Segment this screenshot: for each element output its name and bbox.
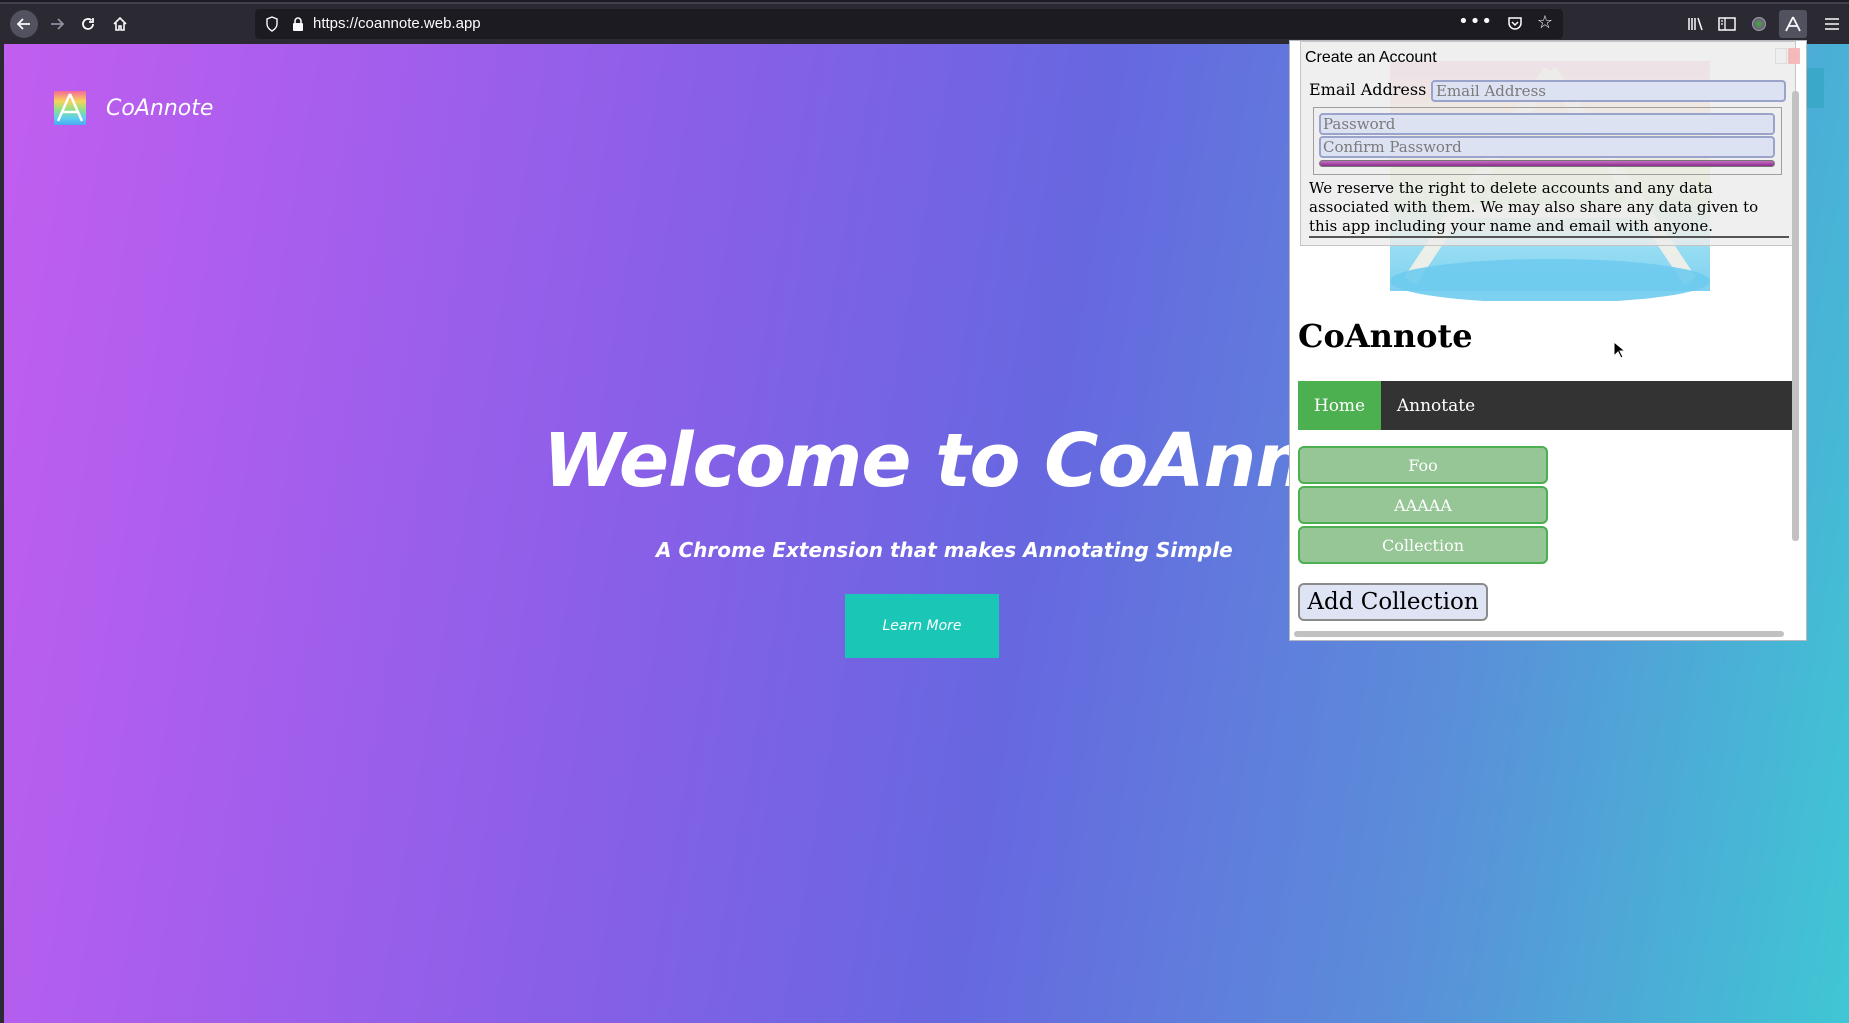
extension-popup: Create an Account Email Address Email Ad… xyxy=(1289,40,1807,641)
home-button[interactable] xyxy=(108,12,132,36)
pocket-icon[interactable] xyxy=(1507,15,1523,31)
dialog-minimize-button[interactable] xyxy=(1775,48,1787,64)
mouse-cursor-icon xyxy=(1613,341,1625,359)
submit-bar[interactable] xyxy=(1319,160,1775,167)
tab-home[interactable]: Home xyxy=(1298,381,1381,430)
forward-button[interactable] xyxy=(45,12,69,36)
coannote-extension-button[interactable] xyxy=(1779,10,1807,38)
create-account-dialog: Create an Account Email Address Email Ad… xyxy=(1300,41,1800,246)
password-field[interactable]: Password xyxy=(1319,113,1775,135)
collection-button[interactable]: AAAAA xyxy=(1298,486,1548,524)
coannote-logo xyxy=(54,91,86,125)
reload-icon xyxy=(82,18,94,30)
popup-nav-menu: Home Annotate xyxy=(1298,381,1794,430)
tab-annotate[interactable]: Annotate xyxy=(1381,381,1491,430)
tracking-shield-icon[interactable] xyxy=(265,16,279,32)
dialog-close-button[interactable] xyxy=(1788,48,1800,64)
email-field[interactable]: Email Address xyxy=(1431,80,1786,102)
collection-button[interactable]: Foo xyxy=(1298,446,1548,484)
popup-horizontal-scrollbar[interactable] xyxy=(1294,631,1784,637)
hero-subtitle: A Chrome Extension that makes Annotating… xyxy=(656,538,1233,562)
popup-title: CoAnnote xyxy=(1298,317,1473,355)
extension-circle-icon[interactable] xyxy=(1749,14,1769,34)
hamburger-menu-icon[interactable] xyxy=(1822,14,1842,34)
sidebar-icon[interactable] xyxy=(1717,14,1737,34)
popup-vertical-scrollbar[interactable] xyxy=(1792,91,1799,591)
arrow-left-icon xyxy=(16,18,30,30)
dialog-divider xyxy=(1309,236,1789,238)
reload-button[interactable] xyxy=(76,12,100,36)
lock-icon[interactable] xyxy=(291,16,305,32)
page-vertical-scrollbar[interactable] xyxy=(1820,40,1828,640)
collection-button[interactable]: Collection xyxy=(1298,526,1548,564)
page-actions-menu[interactable]: ••• xyxy=(1458,11,1493,32)
back-button[interactable] xyxy=(10,10,38,38)
url-bar[interactable]: https://coannote.web.app ••• ☆ xyxy=(255,9,1563,39)
home-icon xyxy=(113,16,127,31)
add-collection-button[interactable]: Add Collection xyxy=(1298,583,1488,621)
brand-name[interactable]: CoAnnote xyxy=(106,96,213,121)
password-fieldset: Password Confirm Password xyxy=(1313,107,1782,175)
disclaimer-text: We reserve the right to delete accounts … xyxy=(1309,179,1759,235)
tab-strip xyxy=(0,2,1849,4)
page-edge xyxy=(0,44,4,1023)
library-icon[interactable] xyxy=(1686,14,1706,34)
confirm-password-field[interactable]: Confirm Password xyxy=(1319,136,1775,158)
popup-scroll-thumb[interactable] xyxy=(1792,91,1799,541)
dialog-title: Create an Account xyxy=(1305,49,1437,66)
bookmark-star-icon[interactable]: ☆ xyxy=(1537,12,1553,33)
coannote-logo-icon xyxy=(1785,16,1801,32)
email-label: Email Address xyxy=(1309,80,1427,99)
arrow-right-icon xyxy=(51,18,65,30)
url-text[interactable]: https://coannote.web.app xyxy=(313,15,481,32)
learn-more-button[interactable]: Learn More xyxy=(845,594,999,658)
site-brand[interactable]: CoAnnote xyxy=(54,91,213,125)
browser-toolbar: https://coannote.web.app ••• ☆ xyxy=(0,0,1849,44)
